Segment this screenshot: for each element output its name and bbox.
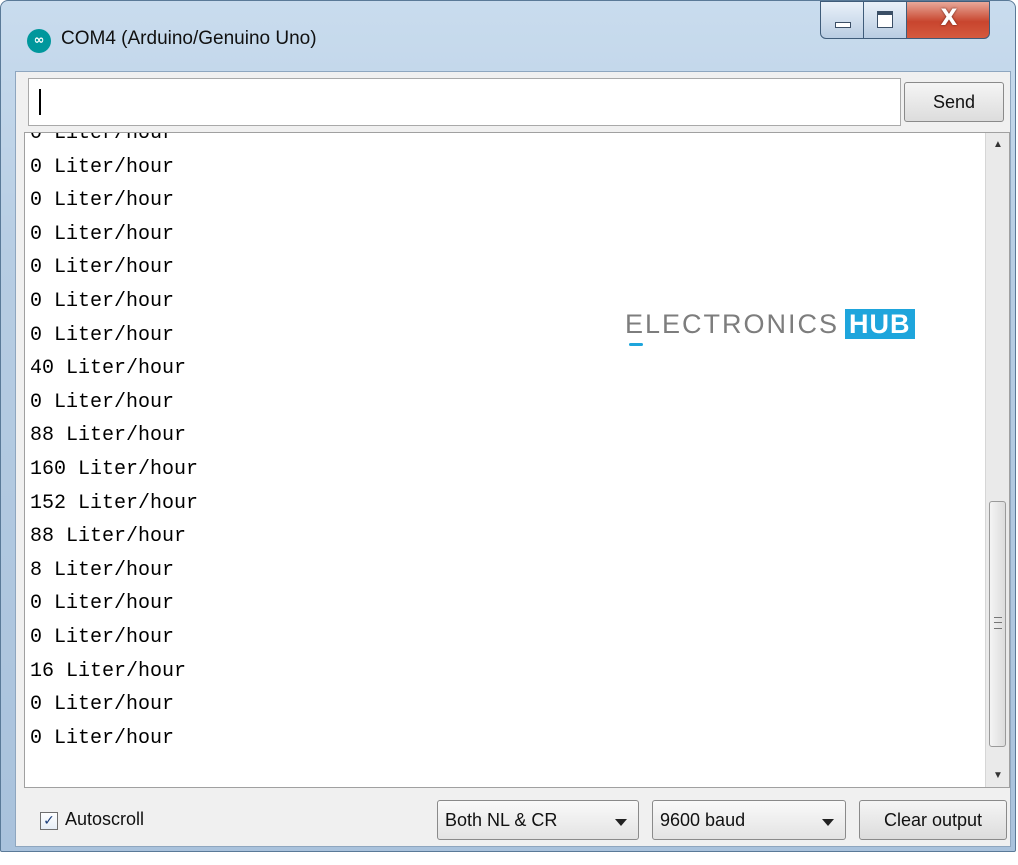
autoscroll-label[interactable]: Autoscroll (65, 809, 144, 830)
minimize-button[interactable] (820, 1, 864, 39)
autoscroll-checkbox[interactable]: ✓ (40, 812, 58, 830)
baud-rate-value: 9600 baud (660, 810, 746, 830)
bottom-toolbar: ✓ Autoscroll Both NL & CR 9600 baud Clea… (16, 794, 1010, 846)
output-line: 160 Liter/hour (30, 457, 199, 481)
vertical-scrollbar[interactable]: ▲ ▼ (985, 133, 1009, 787)
line-ending-value: Both NL & CR (445, 810, 558, 830)
output-line: 8 Liter/hour (30, 558, 175, 582)
serial-monitor-client: Send 0 Liter/hour 0 Liter/hour 0 Liter/ho… (15, 71, 1011, 847)
output-line-partial: 0 Liter/hour (30, 132, 175, 145)
serial-output-area[interactable]: 0 Liter/hour 0 Liter/hour 0 Liter/hour 0 L… (24, 132, 1010, 788)
output-line: 0 Liter/hour (30, 189, 175, 213)
output-line: 152 Liter/hour (30, 491, 199, 515)
close-icon: X (940, 6, 958, 31)
output-line: 0 Liter/hour (30, 693, 175, 717)
output-lines: 0 Liter/hour 0 Liter/hour 0 Liter/hour 0 L… (30, 132, 199, 755)
minimize-icon (835, 22, 851, 28)
grip-icon (994, 617, 1002, 629)
scroll-up-arrow-icon[interactable]: ▲ (986, 139, 1009, 150)
serial-monitor-window: ∞ COM4 (Arduino/Genuino Uno) X Send 0 Li… (0, 0, 1016, 852)
output-line: 0 Liter/hour (30, 323, 175, 347)
arduino-icon: ∞ (27, 29, 51, 53)
output-line: 0 Liter/hour (30, 256, 175, 280)
output-line: 0 Liter/hour (30, 222, 175, 246)
output-line: 0 Liter/hour (30, 289, 175, 313)
scrollbar-thumb[interactable] (989, 501, 1006, 747)
text-caret (39, 89, 41, 115)
output-line: 88 Liter/hour (30, 424, 187, 448)
watermark-badge: HUB (845, 309, 915, 339)
line-ending-select[interactable]: Both NL & CR (437, 800, 639, 840)
chevron-down-icon (615, 819, 627, 826)
serial-input-field[interactable] (28, 78, 901, 126)
output-line: 0 Liter/hour (30, 390, 175, 414)
maximize-button[interactable] (863, 1, 907, 39)
output-line: 0 Liter/hour (30, 625, 175, 649)
chevron-down-icon (822, 819, 834, 826)
electronics-hub-watermark: ELECTRONICS HUB (625, 309, 915, 346)
clear-output-button[interactable]: Clear output (859, 800, 1007, 840)
title-bar[interactable]: ∞ COM4 (Arduino/Genuino Uno) X (1, 1, 1015, 71)
watermark-text: ELECTRONICS (625, 309, 840, 339)
watermark-underline (629, 343, 643, 346)
output-line: 0 Liter/hour (30, 592, 175, 616)
window-title: COM4 (Arduino/Genuino Uno) (61, 28, 317, 49)
send-button[interactable]: Send (904, 82, 1004, 122)
close-button[interactable]: X (906, 1, 990, 39)
maximize-icon (877, 11, 893, 28)
output-line: 40 Liter/hour (30, 357, 187, 381)
baud-rate-select[interactable]: 9600 baud (652, 800, 846, 840)
output-line: 0 Liter/hour (30, 155, 175, 179)
output-line: 16 Liter/hour (30, 659, 187, 683)
output-line: 88 Liter/hour (30, 525, 187, 549)
scroll-down-arrow-icon[interactable]: ▼ (986, 770, 1009, 781)
output-line: 0 Liter/hour (30, 726, 175, 750)
